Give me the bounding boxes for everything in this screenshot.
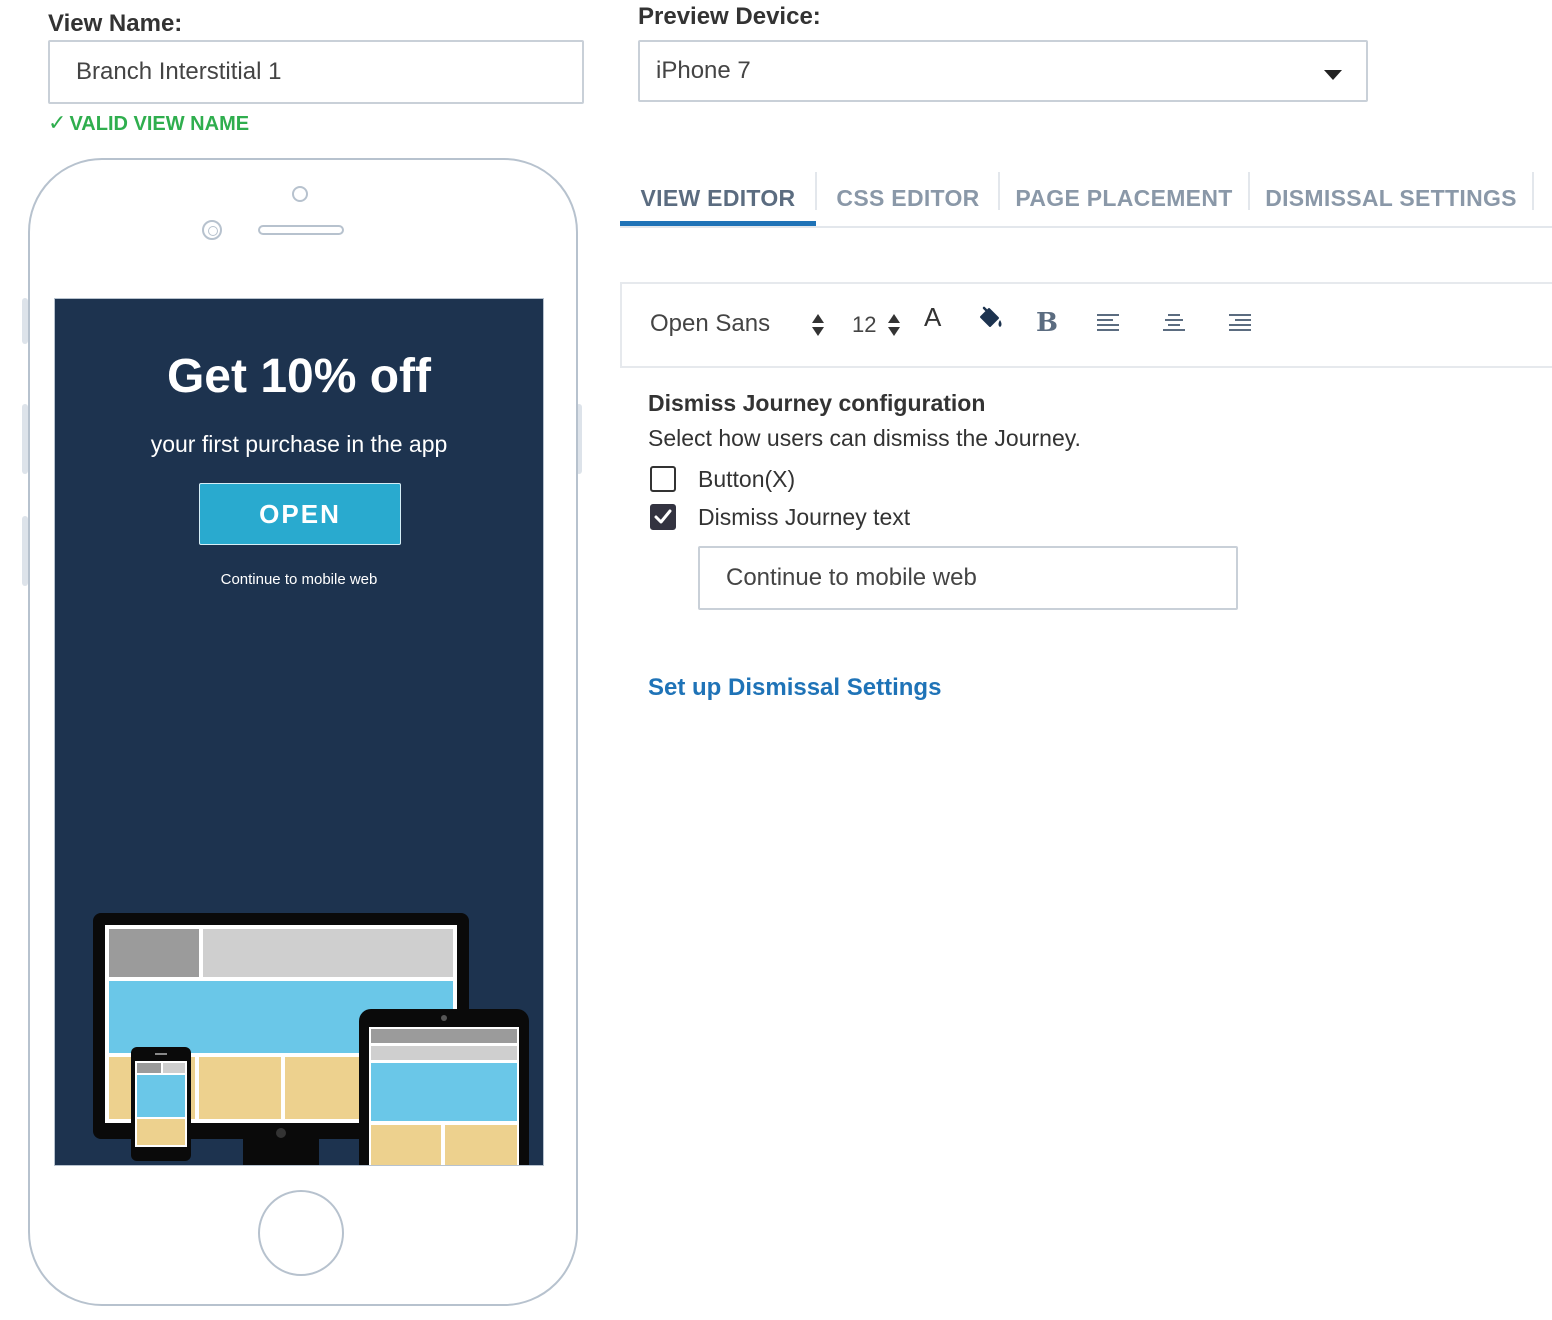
text-format-toolbar: Open Sans 12 A B [620, 282, 1552, 368]
tab-divider [815, 172, 817, 210]
font-family-select[interactable]: Open Sans [650, 310, 770, 338]
checkmark-icon: ✓ [48, 110, 67, 135]
phone-camera [202, 220, 222, 240]
preview-device-value: iPhone 7 [656, 57, 751, 84]
dismiss-text-label[interactable]: Dismiss Journey text [698, 504, 910, 531]
phone-home-button [258, 1190, 344, 1276]
phone-speaker [258, 225, 344, 235]
font-family-stepper-icon[interactable] [812, 314, 824, 336]
tab-css-editor[interactable]: CSS EDITOR [818, 170, 998, 226]
phone-sensor [292, 186, 308, 202]
tab-divider [1248, 172, 1250, 210]
editor-tab-bar: VIEW EDITOR CSS EDITOR PAGE PLACEMENT DI… [620, 170, 1552, 228]
button-x-checkbox[interactable] [650, 466, 676, 492]
valid-view-name-text: VALID VIEW NAME [69, 113, 250, 135]
font-size-select[interactable]: 12 [852, 312, 876, 338]
view-name-input[interactable]: Branch Interstitial 1 [48, 40, 584, 104]
preview-device-label: Preview Device: [638, 3, 821, 30]
dismiss-text-input[interactable]: Continue to mobile web [698, 546, 1238, 610]
font-size-stepper-icon[interactable] [888, 314, 900, 336]
setup-dismissal-settings-link[interactable]: Set up Dismissal Settings [648, 674, 941, 702]
valid-view-name-status: ✓ VALID VIEW NAME [48, 110, 249, 136]
dismiss-text-value: Continue to mobile web [726, 564, 977, 591]
align-right-icon[interactable] [1228, 312, 1252, 334]
interstitial-preview-screen: Get 10% off your first purchase in the a… [54, 298, 544, 1166]
font-color-icon[interactable]: A [924, 302, 941, 333]
align-center-icon[interactable] [1162, 312, 1186, 334]
view-name-label: View Name: [48, 10, 183, 37]
checkmark-icon [654, 509, 672, 524]
dismiss-config-title: Dismiss Journey configuration [648, 390, 986, 416]
bold-icon[interactable]: B [1036, 308, 1058, 338]
view-name-value: Branch Interstitial 1 [76, 58, 282, 85]
tab-dismissal-settings[interactable]: DISMISSAL SETTINGS [1250, 170, 1532, 226]
tab-divider [1532, 172, 1534, 210]
align-left-icon[interactable] [1096, 312, 1120, 334]
dismiss-config-description: Select how users can dismiss the Journey… [648, 425, 1081, 451]
active-tab-indicator [620, 221, 816, 226]
chevron-down-icon [1324, 70, 1342, 80]
tab-divider [998, 172, 1000, 210]
tab-view-editor[interactable]: VIEW EDITOR [620, 170, 816, 226]
preview-device-select[interactable]: iPhone 7 [638, 40, 1368, 102]
dismiss-text-checkbox[interactable] [650, 504, 676, 530]
tab-page-placement[interactable]: PAGE PLACEMENT [1000, 170, 1248, 226]
button-x-label[interactable]: Button(X) [698, 466, 795, 493]
multi-device-illustration [93, 913, 529, 1165]
fill-color-icon[interactable] [976, 304, 1004, 332]
